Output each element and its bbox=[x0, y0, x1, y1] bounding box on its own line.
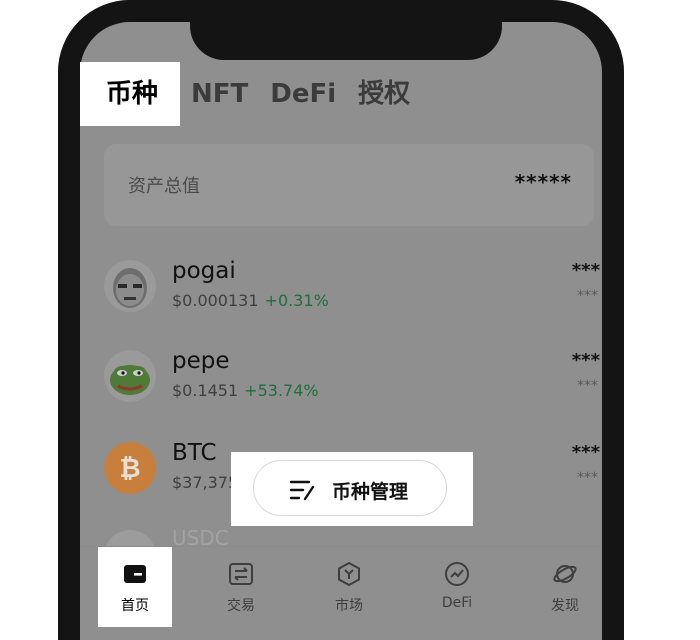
coin-price: $0.1451 +53.74% bbox=[172, 381, 319, 400]
tab-authorization[interactable]: 授权 bbox=[347, 62, 421, 126]
coin-fiat-value: *** bbox=[577, 288, 598, 304]
planet-icon bbox=[553, 565, 577, 583]
tab-nft[interactable]: NFT bbox=[180, 62, 259, 126]
coin-amount: *** bbox=[571, 442, 600, 463]
bottom-navigation: 首页 交易 市场 DeFi 发现 bbox=[80, 546, 602, 627]
nav-defi[interactable]: DeFi bbox=[420, 547, 494, 627]
manage-button-highlight: 币种管理 bbox=[231, 452, 473, 526]
total-assets-label: 资产总值 bbox=[128, 176, 200, 197]
coin-fiat-value: *** bbox=[577, 378, 598, 394]
btc-coin-icon: ₿ bbox=[104, 442, 156, 494]
coin-name: pepe bbox=[172, 348, 230, 374]
asset-tabs: 币种 NFT DeFi 授权 bbox=[80, 62, 421, 126]
nav-label: 交易 bbox=[227, 598, 255, 614]
tab-coins[interactable]: 币种 bbox=[80, 62, 181, 126]
defi-chart-icon bbox=[445, 562, 469, 586]
nav-label: 发现 bbox=[551, 598, 579, 614]
pogai-coin-icon bbox=[104, 260, 156, 312]
coin-name: pogai bbox=[172, 258, 236, 284]
pepe-coin-icon bbox=[104, 350, 156, 402]
nav-trade[interactable]: 交易 bbox=[204, 547, 278, 627]
svg-text:₿: ₿ bbox=[119, 454, 140, 484]
total-assets-value: ***** bbox=[514, 170, 572, 194]
total-assets-card[interactable]: 资产总值 ***** bbox=[104, 144, 594, 226]
manage-coins-label: 币种管理 bbox=[332, 481, 409, 503]
coin-row-usdc-partial: USDC bbox=[104, 530, 600, 546]
coin-name: BTC bbox=[172, 440, 217, 466]
phone-notch bbox=[190, 0, 502, 60]
coin-change: +53.74% bbox=[244, 381, 319, 400]
nav-label: DeFi bbox=[441, 595, 473, 611]
coin-amount: *** bbox=[571, 350, 600, 371]
tab-defi[interactable]: DeFi bbox=[259, 62, 347, 126]
wallet-icon bbox=[124, 565, 146, 583]
coin-row-pepe[interactable]: pepe $0.1451 +53.74% *** *** bbox=[104, 348, 600, 408]
coin-price: $0.000131 +0.31% bbox=[172, 291, 329, 310]
list-edit-icon bbox=[290, 480, 315, 501]
nav-label: 首页 bbox=[121, 598, 149, 614]
coin-change: +0.31% bbox=[264, 291, 329, 310]
nav-market[interactable]: 市场 bbox=[312, 547, 386, 627]
nav-discover[interactable]: 发现 bbox=[528, 547, 602, 627]
swap-icon bbox=[229, 563, 253, 585]
nav-home[interactable]: 首页 bbox=[98, 547, 172, 627]
coin-amount: *** bbox=[571, 260, 600, 281]
manage-coins-button[interactable]: 币种管理 bbox=[253, 460, 447, 516]
coin-row-pogai[interactable]: pogai $0.000131 +0.31% *** *** bbox=[104, 258, 600, 318]
market-icon bbox=[338, 561, 360, 587]
nav-label: 市场 bbox=[335, 598, 363, 614]
coin-fiat-value: *** bbox=[577, 470, 598, 486]
